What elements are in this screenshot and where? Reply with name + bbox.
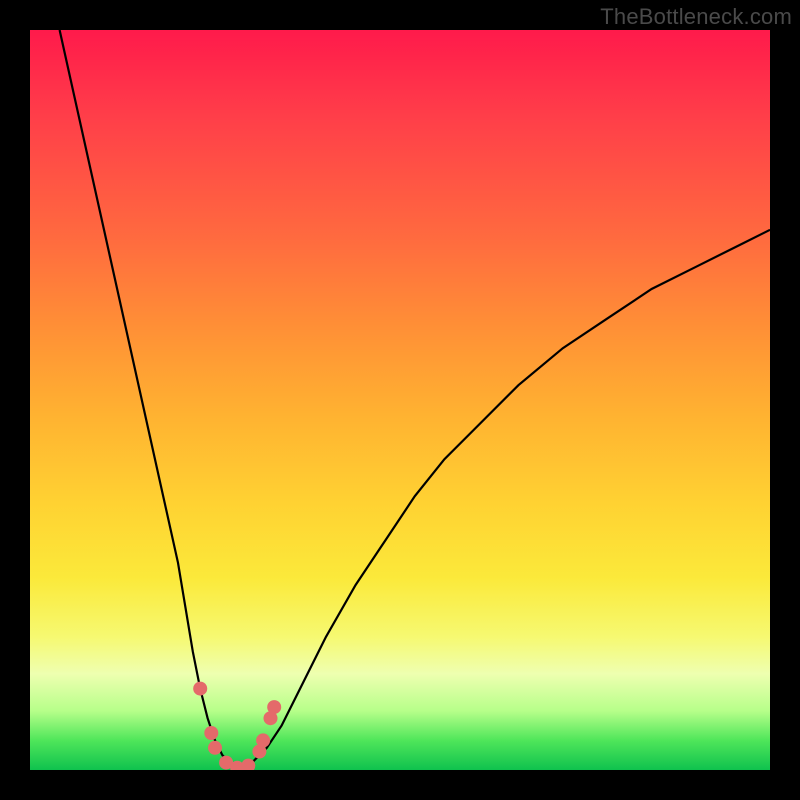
plot-area [30, 30, 770, 770]
data-marker [208, 741, 222, 755]
data-marker [204, 726, 218, 740]
watermark-text: TheBottleneck.com [600, 4, 792, 30]
data-marker [256, 733, 270, 747]
curve-path [60, 30, 770, 770]
chart-frame: TheBottleneck.com [0, 0, 800, 800]
data-marker [193, 682, 207, 696]
data-marker [267, 700, 281, 714]
bottleneck-curve [30, 30, 770, 770]
marker-group [193, 682, 281, 770]
